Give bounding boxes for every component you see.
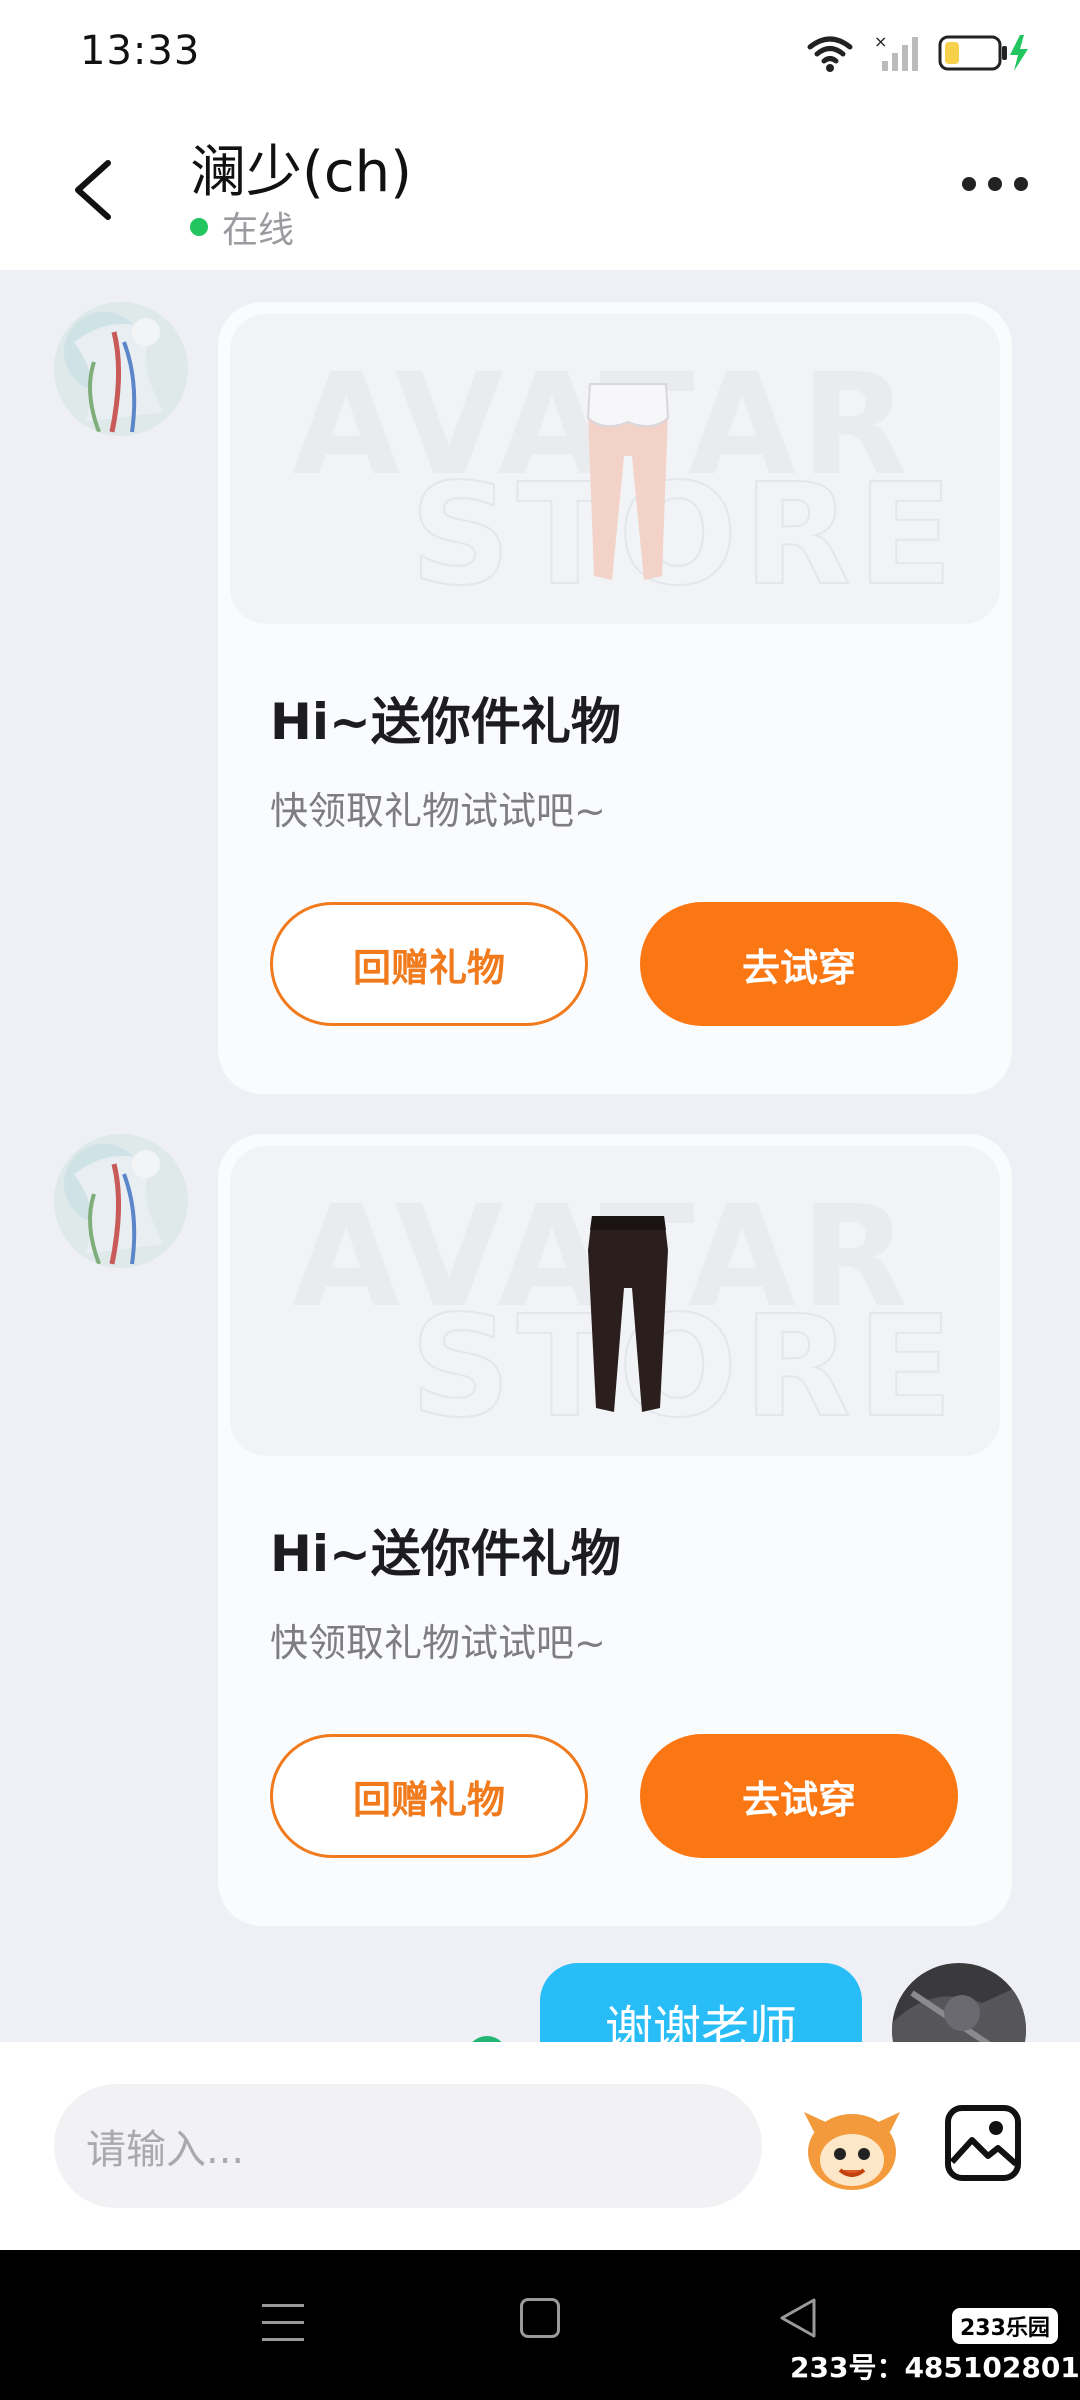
wifi-icon (807, 36, 853, 72)
more-dots-icon[interactable] (962, 177, 1028, 191)
online-dot-icon (190, 218, 208, 236)
gift-title: Hi~送你件礼物 (270, 693, 621, 751)
status-time: 13:33 (80, 28, 201, 74)
chat-messages[interactable]: AVATAR STORE Hi~送你件礼物 快领取礼物试试吧~ 回赠礼物 去试穿… (0, 270, 1080, 2042)
sent-message-bubble[interactable]: 谢谢老师 (540, 1963, 862, 2042)
online-status-label: 在线 (222, 210, 295, 251)
try-on-button[interactable]: 去试穿 (640, 902, 958, 1026)
gift-title: Hi~送你件礼物 (270, 1525, 621, 1583)
sender-avatar[interactable] (54, 302, 188, 436)
status-icons: × (806, 30, 1030, 76)
status-bar: 13:33 × (0, 0, 1080, 105)
input-bar: 请输入... (0, 2042, 1080, 2250)
home-icon[interactable] (520, 2298, 560, 2338)
system-nav-bar: 233乐园 233号：485102801 (0, 2250, 1080, 2400)
black-tights-image (588, 1216, 668, 1412)
signal-icon: × (874, 33, 918, 71)
sent-message-text: 谢谢老师 (604, 2001, 797, 2042)
image-icon[interactable] (944, 2104, 1022, 2182)
menu-icon[interactable] (262, 2300, 304, 2346)
try-on-button[interactable]: 去试穿 (640, 1734, 958, 1858)
my-avatar[interactable] (892, 1963, 1026, 2042)
back-triangle-icon[interactable] (776, 2296, 818, 2340)
chat-header: 澜少(ch) 在线 (0, 105, 1080, 270)
return-gift-button[interactable]: 回赠礼物 (270, 902, 588, 1026)
chevron-left-icon[interactable] (68, 155, 118, 225)
online-status: 在线 (190, 201, 294, 253)
watermark-logo: 233乐园 (952, 2308, 1058, 2344)
sender-avatar[interactable] (54, 1134, 188, 1268)
watermark-id: 233号：485102801 (790, 2351, 1080, 2384)
svg-text:×: × (874, 33, 887, 51)
gift-banner: AVATAR STORE (230, 314, 1000, 624)
gift-card: AVATAR STORE Hi~送你件礼物 快领取礼物试试吧~ 回赠礼物 去试穿 (218, 1134, 1012, 1926)
emoji-mascot-icon[interactable] (800, 2102, 904, 2192)
white-shorts-image (586, 383, 670, 580)
message-input-placeholder: 请输入... (86, 2127, 245, 2173)
return-gift-button[interactable]: 回赠礼物 (270, 1734, 588, 1858)
gift-subtitle: 快领取礼物试试吧~ (270, 789, 606, 833)
battery-icon (938, 35, 1028, 71)
message-input[interactable]: 请输入... (54, 2084, 762, 2208)
contact-name: 澜少(ch) (190, 140, 412, 205)
gift-banner: AVATAR STORE (230, 1146, 1000, 1456)
gift-card: AVATAR STORE Hi~送你件礼物 快领取礼物试试吧~ 回赠礼物 去试穿 (218, 302, 1012, 1094)
gift-subtitle: 快领取礼物试试吧~ (270, 1621, 606, 1665)
